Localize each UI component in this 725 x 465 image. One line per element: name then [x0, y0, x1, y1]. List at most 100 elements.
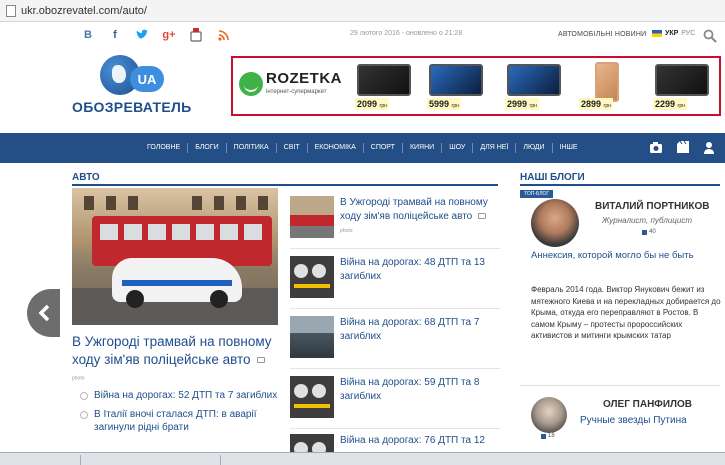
chevron-left-icon — [38, 304, 49, 322]
user-icon[interactable] — [703, 141, 717, 154]
product-price: 5999 грн — [427, 98, 461, 110]
logo-text: ОБОЗРЕВАТЕЛЬ — [72, 99, 192, 115]
main-story-photo[interactable] — [72, 188, 278, 325]
banner-product[interactable]: 2899 грн — [577, 62, 639, 112]
section-title[interactable]: АВТО — [72, 172, 100, 183]
blogs-title[interactable]: НАШІ БЛОГИ — [520, 172, 585, 183]
nav-item-kyivans[interactable]: КИЯНИ — [403, 143, 443, 153]
carousel-prev-button[interactable] — [27, 289, 60, 337]
nav-items: ГОЛОВНЕ БЛОГИ ПОЛІТИКА СВІТ ЕКОНОМІКА СП… — [140, 133, 585, 163]
product-price: 2099 грн — [355, 98, 389, 110]
news-thumbnail — [290, 196, 334, 238]
top-blog-badge: ТОП-БЛОГ — [520, 190, 554, 198]
vk-icon[interactable]: В — [80, 27, 96, 43]
photo-police-car — [112, 258, 242, 308]
related-list: Війна на дорогах: 52 ДТП та 7 загиблих В… — [78, 389, 278, 440]
nav-item-people[interactable]: ЛЮДИ — [516, 143, 553, 153]
nav-item-sport[interactable]: СПОРТ — [364, 143, 403, 153]
blog-excerpt: Февраль 2014 года. Виктор Янукович бежит… — [531, 285, 721, 340]
facebook-icon[interactable]: f — [107, 27, 123, 43]
auto-news-link[interactable]: АВТОМОБІЛЬНІ НОВИНИ — [558, 31, 646, 38]
news-thumbnail — [290, 316, 334, 358]
rozetka-banner[interactable]: ROZETKA інтернет-супермаркет 2099 грн 59… — [231, 56, 721, 116]
blog-author-role: Журналист, публицист — [602, 216, 692, 225]
youtube-icon[interactable] — [188, 27, 204, 43]
banner-product[interactable]: 5999 грн — [425, 62, 487, 112]
nav-item-for-her[interactable]: ДЛЯ НЕЇ — [473, 143, 517, 153]
url-text[interactable]: ukr.obozrevatel.com/auto/ — [21, 5, 147, 17]
language-switcher[interactable]: УКР РУС — [652, 30, 695, 37]
taskbar — [0, 452, 725, 465]
thumbs-up-icon — [541, 433, 546, 439]
avatar[interactable] — [531, 397, 567, 433]
related-item[interactable]: В Італії вночі сталася ДТП: в аварії заг… — [78, 408, 278, 434]
rss-icon[interactable] — [215, 27, 231, 43]
phone-image — [595, 62, 619, 102]
nav-item-show[interactable]: ШОУ — [442, 143, 474, 153]
twitter-icon[interactable] — [134, 27, 150, 43]
page-icon — [6, 4, 16, 17]
camera-icon[interactable] — [649, 141, 663, 154]
smile-icon — [239, 72, 263, 96]
camera-icon — [478, 213, 487, 220]
rozetka-logo: ROZETKA інтернет-супермаркет — [239, 70, 349, 100]
related-item[interactable]: Війна на дорогах: 52 ДТП та 7 загиблих — [78, 389, 278, 402]
blogs-underline — [520, 184, 720, 186]
banner-product[interactable]: 2299 грн — [651, 62, 713, 112]
taskbar-item[interactable] — [220, 455, 370, 465]
address-bar[interactable]: ukr.obozrevatel.com/auto/ — [0, 0, 725, 22]
nav-item-blogs[interactable]: БЛОГИ — [188, 143, 227, 153]
nav-icons — [649, 140, 725, 154]
blog-title[interactable]: Ручные звезды Путина — [580, 415, 687, 426]
news-title[interactable]: Війна на дорогах: 76 ДТП та 12 — [340, 434, 500, 448]
nav-item-other[interactable]: ІНШЕ — [553, 143, 585, 153]
tablet-image — [357, 64, 411, 96]
like-count: 40 — [642, 229, 656, 235]
news-title[interactable]: Війна на дорогах: 48 ДТП та 13 загиблих — [340, 256, 500, 284]
photo-source: photo — [72, 375, 85, 382]
lang-ukr[interactable]: УКР — [665, 30, 678, 37]
rozetka-tagline: інтернет-супермаркет — [266, 89, 327, 95]
nav-item-politics[interactable]: ПОЛІТИКА — [227, 143, 277, 153]
top-row: В f g+ 29 лютого 2016 - оновлено о 21:28… — [0, 24, 725, 48]
nav-item-world[interactable]: СВІТ — [277, 143, 308, 153]
ua-badge: UA — [130, 66, 164, 92]
browser-viewport: { "browser": { "url": "ukr.obozrevatel.c… — [0, 0, 725, 465]
banner-product[interactable]: 2999 грн — [503, 62, 565, 112]
blog-author[interactable]: ОЛЕГ ПАНФИЛОВ — [603, 399, 692, 410]
tablet-image — [655, 64, 709, 96]
taskbar-item[interactable] — [80, 455, 220, 465]
avatar[interactable] — [531, 199, 579, 247]
news-title[interactable]: В Ужгороді трамвай на повному ходу зім'я… — [340, 196, 500, 239]
product-price: 2899 грн — [579, 98, 613, 110]
camera-icon — [257, 357, 266, 364]
lang-rus[interactable]: РУС — [681, 30, 695, 37]
thumbs-up-icon — [642, 229, 647, 235]
video-icon[interactable] — [676, 140, 690, 154]
tablet-image — [507, 64, 561, 96]
google-plus-icon[interactable]: g+ — [161, 27, 177, 43]
date-line: 29 лютого 2016 - оновлено о 21:28 — [350, 30, 463, 37]
divider — [520, 385, 720, 386]
nav-item-home[interactable]: ГОЛОВНЕ — [140, 143, 189, 153]
blog-title[interactable]: Аннексия, которой могло бы не быть — [531, 249, 719, 262]
news-thumbnail — [290, 256, 334, 298]
section-underline — [72, 184, 498, 186]
rozetka-name: ROZETKA — [266, 70, 342, 87]
main-nav: ГОЛОВНЕ БЛОГИ ПОЛІТИКА СВІТ ЕКОНОМІКА СП… — [0, 133, 725, 163]
social-links: В f g+ — [80, 27, 242, 43]
search-icon[interactable] — [703, 29, 717, 43]
nav-item-economy[interactable]: ЕКОНОМІКА — [308, 143, 364, 153]
product-price: 2999 грн — [505, 98, 539, 110]
news-title[interactable]: Війна на дорогах: 68 ДТП та 7 загиблих — [340, 316, 500, 344]
tablet-image — [429, 64, 483, 96]
news-thumbnail — [290, 376, 334, 418]
site-logo[interactable]: UA ОБОЗРЕВАТЕЛЬ — [72, 55, 191, 125]
ukraine-flag-icon — [652, 30, 662, 37]
blog-author[interactable]: ВИТАЛИЙ ПОРТНИКОВ — [595, 201, 710, 212]
product-price: 2299 грн — [653, 98, 687, 110]
banner-product[interactable]: 2099 грн — [353, 62, 415, 112]
news-title[interactable]: Війна на дорогах: 59 ДТП та 8 загиблих — [340, 376, 500, 404]
main-story-title[interactable]: В Ужгороді трамвай на повному ходу зім'я… — [72, 333, 272, 387]
like-count: 18 — [541, 433, 555, 439]
